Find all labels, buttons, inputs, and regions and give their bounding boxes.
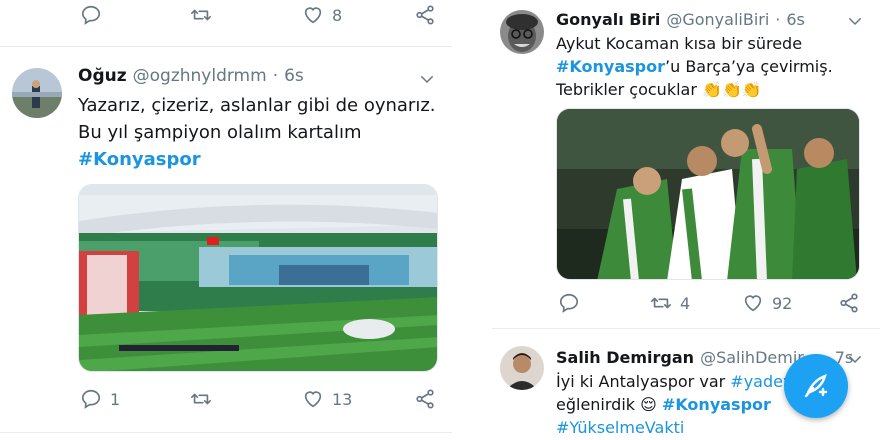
share-icon — [840, 293, 858, 313]
reply-icon — [81, 389, 101, 409]
display-name[interactable]: Salih Demirgan — [556, 348, 694, 367]
column-gap — [452, 0, 492, 440]
display-name[interactable]: Gonyalı Biri — [556, 10, 660, 29]
tweet-text: Aykut Kocaman kısa bir sürede #Konyaspor… — [556, 32, 876, 101]
clapping-emoji: 👏👏👏 — [702, 80, 762, 99]
tweet-header: Oğuz @ogzhnyldrmm · 6s — [78, 66, 304, 86]
tweet-line: Yazarız, çizeriz, aslanlar gibi de oynar… — [78, 95, 436, 116]
share-icon — [416, 389, 434, 409]
share-icon — [416, 5, 434, 25]
reply-icon — [559, 293, 579, 313]
hashtag-link[interactable]: #YükselmeVakti — [556, 416, 856, 439]
like-button[interactable]: 8 — [302, 4, 342, 26]
like-button[interactable]: 92 — [742, 292, 792, 314]
tweet-header: Gonyalı Biri @GonyaliBiri · 6s — [556, 10, 805, 29]
stadium-photo — [79, 185, 437, 371]
avatar[interactable] — [500, 10, 544, 54]
reply-button[interactable] — [558, 292, 580, 314]
share-button[interactable] — [414, 388, 436, 410]
compose-icon — [804, 374, 828, 398]
user-handle[interactable]: @ogzhnyldrmm — [133, 66, 267, 86]
tweet-image-stadium[interactable] — [78, 184, 438, 372]
tweet-line: Aykut Kocaman kısa bir sürede — [556, 34, 803, 53]
retweet-button[interactable]: 4 — [650, 292, 690, 314]
like-icon — [304, 391, 322, 408]
tweet-divider — [492, 328, 880, 329]
reply-count: 1 — [110, 389, 121, 409]
right-timeline-column: Gonyalı Biri @GonyaliBiri · 6s Aykut Koc… — [492, 0, 880, 440]
retweet-icon — [651, 297, 671, 309]
tweet-text: Yazarız, çizeriz, aslanlar gibi de oynar… — [78, 92, 448, 173]
retweet-button[interactable] — [190, 388, 212, 410]
tweet-line-text: İyi ki Antalyaspor var — [556, 372, 731, 391]
hashtag-link[interactable]: #Konyaspor — [78, 146, 448, 173]
players-photo — [557, 109, 859, 279]
tweet-line: Tebrikler çocuklar 👏👏👏 — [556, 78, 876, 101]
compose-tweet-button[interactable] — [784, 354, 848, 418]
user-handle[interactable]: @GonyaliBiri — [666, 10, 769, 29]
separator-dot: · — [775, 10, 781, 29]
tweet-line: Bu yıl şampiyon olalım kartalım — [78, 122, 362, 143]
retweet-icon — [191, 9, 211, 21]
chevron-down-icon[interactable] — [846, 350, 864, 368]
hashtag-link[interactable]: #Konyaspor — [556, 57, 665, 76]
display-name[interactable]: Oğuz — [78, 66, 127, 86]
like-count: 92 — [772, 293, 793, 313]
chevron-down-icon[interactable] — [418, 70, 436, 88]
tweet-line-text: Tebrikler çocuklar — [556, 80, 697, 99]
tweet-actions: 1 13 — [80, 386, 440, 412]
avatar[interactable] — [12, 68, 62, 118]
hashtag-link[interactable]: #Konyaspor — [662, 395, 771, 414]
tweet-line-text: eğlenirdik — [556, 395, 641, 414]
share-button[interactable] — [838, 292, 860, 314]
like-icon — [744, 295, 762, 312]
share-button[interactable] — [414, 4, 436, 26]
separator-dot: · — [272, 66, 279, 86]
reply-button[interactable]: 1 — [80, 388, 120, 410]
prev-tweet-actions: 8 — [80, 2, 440, 28]
left-timeline-column: 8 Oğuz @ogzhnyldrmm · 6s Yazarız, çizeri… — [0, 0, 452, 440]
tweet-line-rest: ’u Barça’ya çevirmiş. — [665, 57, 833, 76]
retweet-icon — [191, 393, 211, 405]
relieved-emoji: 😌 — [640, 395, 657, 414]
like-icon — [304, 7, 322, 24]
like-count: 13 — [332, 389, 353, 409]
like-button[interactable]: 13 — [302, 388, 352, 410]
retweet-button[interactable] — [190, 4, 212, 26]
retweet-count: 4 — [680, 293, 691, 313]
avatar[interactable] — [500, 346, 544, 390]
tweet-divider — [0, 46, 452, 47]
tweet-image-players[interactable] — [556, 108, 860, 280]
timestamp[interactable]: 6s — [786, 10, 805, 29]
tweet-actions: 4 92 — [558, 290, 868, 316]
reply-button[interactable] — [80, 4, 102, 26]
like-count: 8 — [332, 5, 343, 25]
reply-icon — [81, 5, 101, 25]
tweet-line: #Konyaspor’u Barça’ya çevirmiş. — [556, 55, 876, 78]
timestamp[interactable]: 6s — [284, 66, 304, 86]
chevron-down-icon[interactable] — [846, 12, 864, 30]
tweet-divider — [0, 432, 452, 433]
